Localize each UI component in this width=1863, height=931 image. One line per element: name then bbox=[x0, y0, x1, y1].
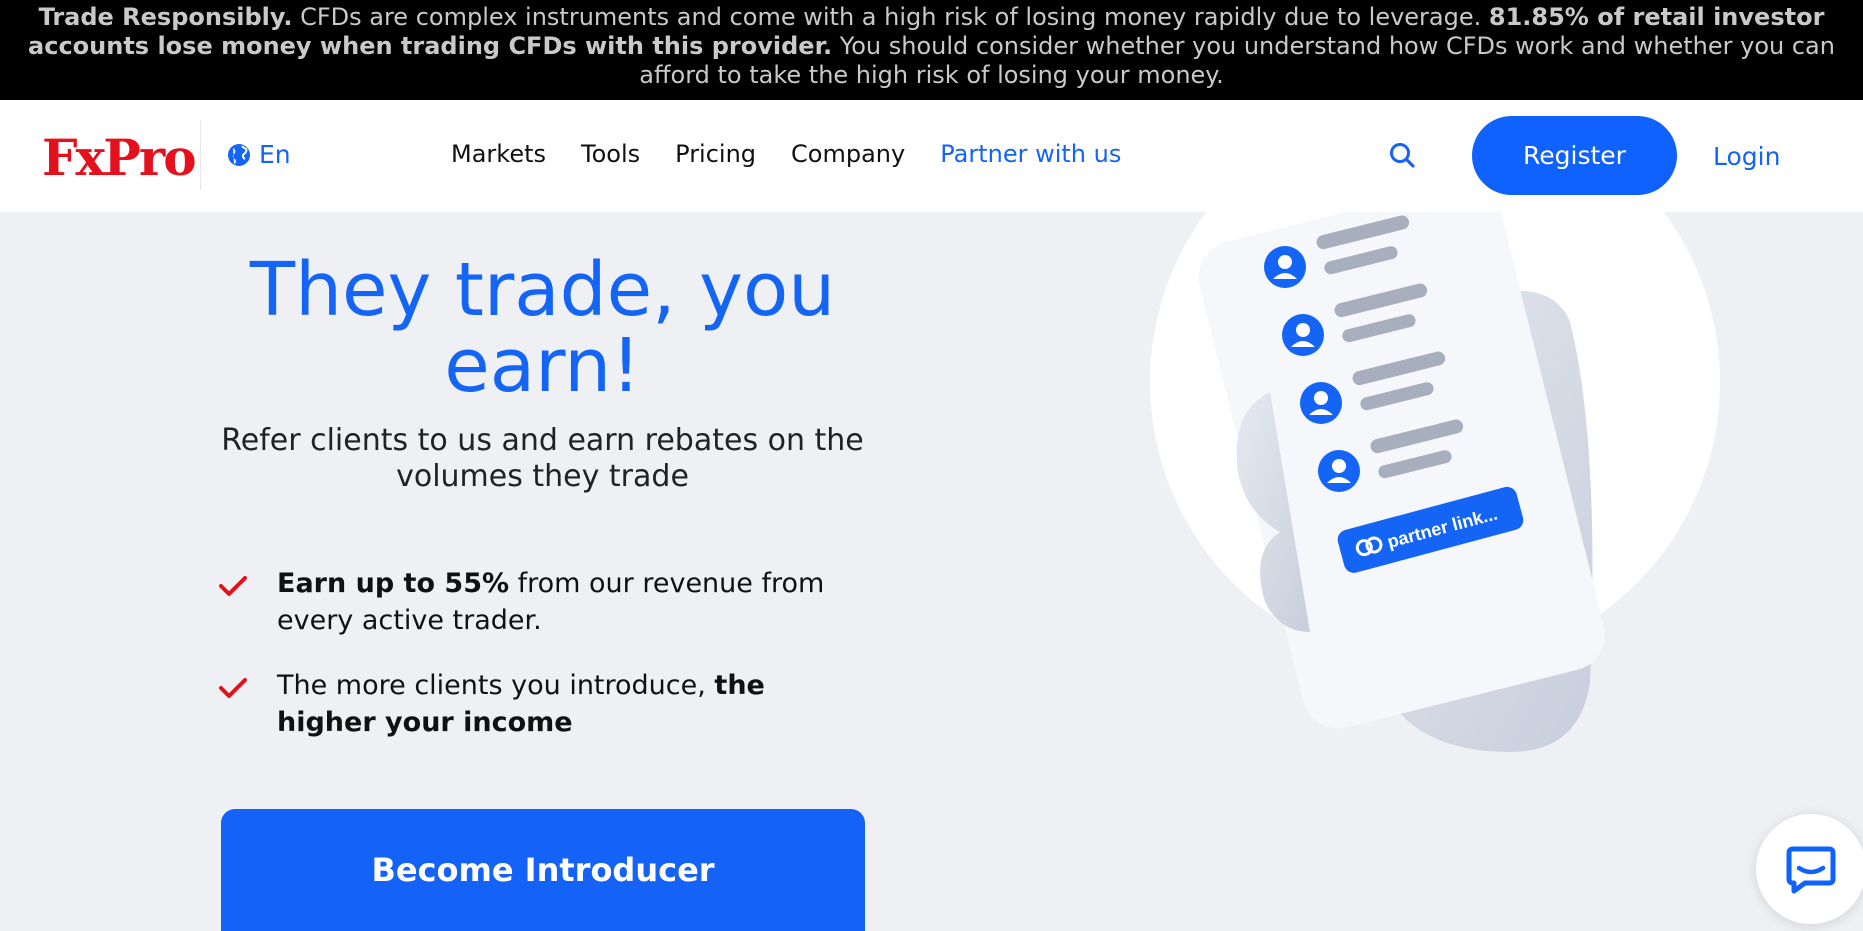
chat-icon bbox=[1786, 846, 1836, 894]
nav-partner-with-us[interactable]: Partner with us bbox=[940, 140, 1121, 168]
site-header: FxPro En Markets Tools Pricing Company P… bbox=[0, 100, 1863, 212]
feature-rest: The more clients you introduce, bbox=[277, 670, 715, 701]
become-introducer-button[interactable]: Become Introducer bbox=[221, 809, 865, 931]
nav-markets[interactable]: Markets bbox=[451, 140, 546, 168]
feature-item: Earn up to 55% from our revenue from eve… bbox=[218, 565, 858, 639]
register-button[interactable]: Register bbox=[1472, 116, 1677, 195]
feature-item: The more clients you introduce, the high… bbox=[218, 667, 858, 741]
nav-tools[interactable]: Tools bbox=[581, 140, 640, 168]
check-icon bbox=[218, 565, 250, 639]
search-icon bbox=[1390, 143, 1415, 168]
risk-warning-text: CFDs are complex instruments and come wi… bbox=[292, 3, 1489, 31]
language-label: En bbox=[259, 140, 291, 169]
check-icon bbox=[218, 667, 250, 741]
hero-title: They trade, you earn! bbox=[249, 247, 836, 409]
feature-text: The more clients you introduce, the high… bbox=[277, 667, 858, 741]
search-button[interactable] bbox=[1388, 141, 1416, 173]
chat-widget-button[interactable] bbox=[1756, 814, 1863, 924]
nav-pricing[interactable]: Pricing bbox=[675, 140, 756, 168]
nav-company[interactable]: Company bbox=[791, 140, 905, 168]
phone-hand-illustration: partner link... bbox=[1150, 97, 1720, 752]
fxpro-logo[interactable]: FxPro bbox=[42, 128, 197, 187]
feature-bold: Earn up to 55% bbox=[277, 568, 510, 599]
risk-warning-banner: Trade Responsibly. CFDs are complex inst… bbox=[0, 0, 1863, 100]
hero-subtitle: Refer clients to us and earn rebates on … bbox=[221, 423, 864, 494]
hero-illustration: partner link... bbox=[1080, 97, 1800, 772]
login-link[interactable]: Login bbox=[1713, 142, 1780, 171]
risk-warning-lead: Trade Responsibly. bbox=[38, 3, 293, 31]
feature-text: Earn up to 55% from our revenue from eve… bbox=[277, 565, 858, 639]
language-selector[interactable]: En bbox=[227, 140, 291, 169]
feature-list: Earn up to 55% from our revenue from eve… bbox=[218, 565, 858, 769]
globe-icon bbox=[228, 143, 250, 166]
header-divider bbox=[200, 120, 201, 190]
main-nav: Markets Tools Pricing Company Partner wi… bbox=[451, 140, 1121, 168]
